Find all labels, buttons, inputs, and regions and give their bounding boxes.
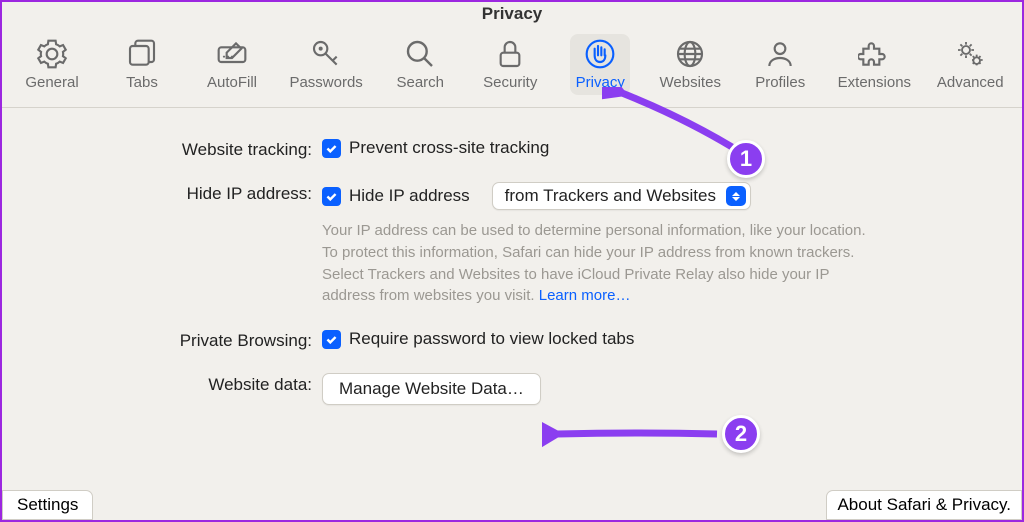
tab-search[interactable]: Search	[390, 34, 450, 95]
chevron-updown-icon	[726, 186, 746, 206]
annotation-badge-2: 2	[722, 415, 760, 453]
annotation-badge-1: 1	[727, 140, 765, 178]
manage-website-data-button[interactable]: Manage Website Data…	[322, 373, 541, 405]
gear-icon	[36, 38, 68, 70]
search-icon	[404, 38, 436, 70]
tab-general[interactable]: General	[22, 34, 82, 95]
tab-label: Tabs	[126, 74, 158, 91]
tab-label: Security	[483, 74, 537, 91]
tab-tabs[interactable]: Tabs	[112, 34, 172, 95]
hand-icon	[584, 38, 616, 70]
hide-ip-description: Your IP address can be used to determine…	[322, 220, 882, 307]
tab-label: General	[25, 74, 78, 91]
private-browsing-label: Private Browsing:	[42, 329, 322, 351]
lock-icon	[494, 38, 526, 70]
tab-label: Passwords	[289, 74, 362, 91]
tab-security[interactable]: Security	[480, 34, 540, 95]
checkmark-icon	[325, 190, 338, 203]
checkmark-icon	[325, 142, 338, 155]
tab-label: Search	[396, 74, 444, 91]
hide-ip-dropdown[interactable]: from Trackers and Websites	[492, 182, 751, 210]
tab-profiles[interactable]: Profiles	[750, 34, 810, 95]
tab-privacy[interactable]: Privacy	[570, 34, 630, 95]
pencil-in-box-icon	[216, 38, 248, 70]
hide-ip-label: Hide IP address:	[42, 182, 322, 204]
require-password-checkbox[interactable]	[322, 330, 341, 349]
website-tracking-label: Website tracking:	[42, 138, 322, 160]
tab-websites[interactable]: Websites	[660, 34, 720, 95]
globe-icon	[674, 38, 706, 70]
settings-content: Website tracking: Prevent cross-site tra…	[2, 108, 1022, 457]
window-title: Privacy	[2, 2, 1022, 24]
prevent-tracking-checkbox[interactable]	[322, 139, 341, 158]
tab-label: Websites	[660, 74, 721, 91]
website-data-label: Website data:	[42, 373, 322, 395]
tab-label: Profiles	[755, 74, 805, 91]
about-privacy-button[interactable]: About Safari & Privacy.	[826, 490, 1022, 520]
preferences-toolbar: General Tabs AutoFill Passwords Search S…	[2, 24, 1022, 108]
prevent-tracking-text: Prevent cross-site tracking	[349, 138, 549, 158]
tab-label: Extensions	[838, 74, 911, 91]
checkmark-icon	[325, 333, 338, 346]
require-password-text: Require password to view locked tabs	[349, 329, 634, 349]
tabs-icon	[126, 38, 158, 70]
tab-label: Privacy	[576, 74, 625, 91]
tab-label: Advanced	[937, 74, 1004, 91]
tab-label: AutoFill	[207, 74, 257, 91]
key-icon	[310, 38, 342, 70]
hide-ip-checkbox[interactable]	[322, 187, 341, 206]
dropdown-value: from Trackers and Websites	[505, 186, 716, 206]
tab-passwords[interactable]: Passwords	[292, 34, 360, 95]
tab-extensions[interactable]: Extensions	[840, 34, 908, 95]
puzzle-icon	[858, 38, 890, 70]
tab-advanced[interactable]: Advanced	[938, 34, 1002, 95]
gears-icon	[954, 38, 986, 70]
tab-autofill[interactable]: AutoFill	[202, 34, 262, 95]
hide-ip-text: Hide IP address	[349, 186, 470, 206]
settings-button[interactable]: Settings	[2, 490, 93, 520]
learn-more-link[interactable]: Learn more…	[539, 287, 631, 304]
person-icon	[764, 38, 796, 70]
